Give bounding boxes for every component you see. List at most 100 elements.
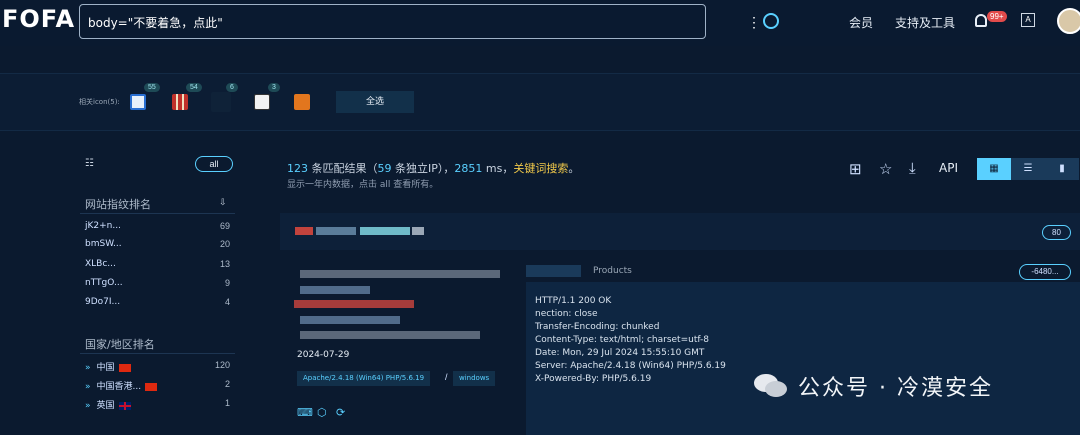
watermark-text: 公众号 · 冷漠安全: [798, 376, 993, 401]
translate-icon[interactable]: A: [1021, 13, 1035, 27]
blurred-text: [295, 227, 313, 235]
icon-count: 3: [268, 83, 280, 92]
sort-icon[interactable]: ⇩: [219, 197, 227, 208]
list-view-icon[interactable]: ☰: [1011, 158, 1045, 180]
tab-products[interactable]: Products: [593, 266, 632, 276]
fingerprint-item[interactable]: bmSW...: [85, 239, 122, 249]
icon-count: 54: [186, 83, 202, 92]
fingerprint-item[interactable]: nTTgO...: [85, 278, 123, 288]
search-icon[interactable]: [763, 13, 779, 29]
watermark: 公众号 · 冷漠安全: [752, 370, 993, 402]
related-icons-label: 相关icon(5):: [79, 98, 120, 106]
refresh-icon[interactable]: ⟳: [336, 406, 345, 419]
result-summary: 123 条匹配结果（59 条独立IP），2851 ms，关键词搜索。: [287, 160, 579, 176]
result-date: 2024-07-29: [297, 350, 350, 360]
chevron-right-icon: »: [85, 382, 91, 392]
select-all-button[interactable]: 全选: [336, 91, 414, 113]
header-line: Content-Type: text/html; charset=utf-8: [535, 335, 710, 345]
result-subtext: 显示一年内数据，点击 all 查看所有。: [287, 180, 439, 190]
grid-icon[interactable]: ⊞: [849, 160, 862, 178]
divider: [80, 353, 235, 354]
keyword-search-link[interactable]: 关键词搜索: [513, 162, 568, 175]
query-time: 2851: [454, 162, 483, 175]
ip-suffix: 条独立IP），: [391, 162, 455, 175]
country-count: 2: [224, 379, 230, 389]
view-toggle: ▦ ☰ ▮: [977, 158, 1079, 180]
country-item[interactable]: » 中国香港...: [85, 379, 158, 392]
top-header: FOFA ⋮ 会员 支持及工具 99+ A: [0, 0, 1080, 46]
header-line: Server: Apache/2.4.18 (Win64) PHP/5.6.19: [535, 361, 726, 371]
nav-member[interactable]: 会员: [849, 14, 873, 31]
fingerprint-count: 69: [219, 221, 230, 231]
country-count: 120: [214, 360, 230, 370]
notification-badge: 99+: [987, 11, 1007, 22]
star-icon[interactable]: ☆: [879, 160, 892, 178]
os-tag[interactable]: windows: [453, 371, 496, 386]
code-icon[interactable]: ⌨: [297, 406, 313, 419]
result-count-suffix: 条匹配结果（: [308, 162, 378, 175]
hongkong-flag-icon: [145, 382, 158, 391]
filter-icon[interactable]: ☷: [85, 158, 94, 169]
country-item[interactable]: » 英国: [85, 398, 131, 411]
header-line: X-Powered-By: PHP/5.6.19: [535, 374, 652, 384]
building-icon[interactable]: [254, 94, 270, 110]
search-bar[interactable]: ⋮: [79, 4, 779, 39]
search-input[interactable]: [88, 12, 648, 32]
header-line: nection: close: [535, 309, 598, 319]
avatar[interactable]: [1057, 8, 1080, 34]
blurred-text: [300, 316, 400, 324]
china-flag-icon: [118, 363, 131, 372]
summary-end: 。: [568, 162, 580, 175]
r-logo-icon[interactable]: [294, 94, 310, 110]
country-item[interactable]: » 中国: [85, 360, 131, 373]
icon-count: 55: [144, 83, 160, 92]
nav-support[interactable]: 支持及工具: [895, 14, 955, 31]
blank-icon[interactable]: [211, 92, 231, 112]
icon-count: 6: [226, 83, 238, 92]
blurred-text: [300, 331, 480, 339]
header-line: HTTP/1.1 200 OK: [535, 296, 612, 306]
fingerprint-item[interactable]: 9Do7I...: [85, 297, 120, 307]
country-name: 中国香港...: [96, 382, 142, 392]
server-tag[interactable]: Apache/2.4.18 (Win64) PHP/5.6.19: [297, 371, 431, 386]
country-count: 1: [224, 398, 230, 408]
wechat-icon: [754, 374, 787, 397]
fingerprint-rank-title: 网站指纹排名: [85, 198, 151, 211]
blurred-text: [300, 270, 500, 278]
card-view-icon[interactable]: ▦: [977, 158, 1011, 180]
chevron-right-icon: »: [85, 363, 91, 373]
blurred-text: [300, 286, 370, 294]
blurred-text: [294, 300, 414, 308]
tag-separator: /: [445, 372, 448, 382]
blurred-text: [316, 227, 356, 235]
fofa-logo[interactable]: FOFA: [2, 5, 75, 33]
fingerprint-count: 13: [219, 259, 230, 269]
fingerprint-count: 4: [224, 297, 230, 307]
country-name: 中国: [96, 363, 115, 373]
bell-icon[interactable]: [975, 14, 987, 27]
chart-view-icon[interactable]: ▮: [1045, 158, 1079, 180]
cube-icon[interactable]: ⬡: [317, 406, 327, 419]
ie-icon[interactable]: [130, 94, 146, 110]
port-badge[interactable]: 80: [1042, 225, 1071, 240]
api-button[interactable]: API: [939, 161, 958, 175]
red-grid-icon[interactable]: [172, 94, 188, 110]
divider: [80, 213, 235, 214]
uk-flag-icon: [118, 401, 131, 410]
blurred-text: [412, 227, 424, 235]
tab-header-blurred[interactable]: [526, 265, 581, 277]
fingerprint-item[interactable]: XLBc...: [85, 259, 116, 269]
fingerprint-count: 9: [224, 278, 230, 288]
country-rank-title: 国家/地区排名: [85, 338, 155, 351]
ip-count: 59: [377, 162, 392, 175]
query-time-suffix: ms，: [482, 162, 514, 175]
header-line: Transfer-Encoding: chunked: [535, 322, 660, 332]
chevron-right-icon: »: [85, 401, 91, 411]
result-count: 123: [287, 162, 308, 175]
country-name: 英国: [96, 401, 115, 411]
download-icon[interactable]: ⤓: [909, 160, 916, 177]
hash-badge[interactable]: -6480...: [1019, 264, 1071, 280]
all-toggle[interactable]: all: [195, 156, 233, 172]
more-options-icon[interactable]: ⋮: [747, 14, 761, 31]
fingerprint-item[interactable]: jK2+n...: [85, 221, 121, 231]
